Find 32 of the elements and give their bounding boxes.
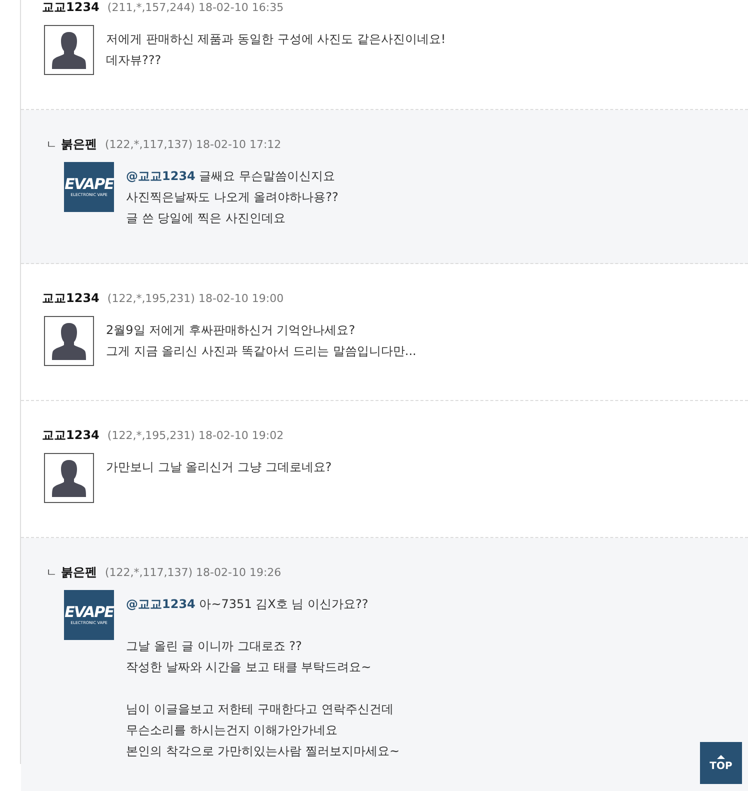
- comment-line: 데자뷰???: [106, 52, 162, 69]
- author-name: 붉은펜: [61, 564, 97, 581]
- comment-meta: (211,*,157,244) 18-02-10 16:35: [107, 1, 284, 14]
- comment-meta: (122,*,195,231) 18-02-10 19:00: [107, 292, 284, 305]
- comment-line: 님이 이글을보고 저한테 구매한다고 연락주신건데: [126, 701, 394, 718]
- reply-mark: ㄴ: [46, 565, 57, 580]
- avatar-icon: [44, 453, 94, 503]
- comment-line: 글 쓴 당일에 찍은 사진인데요: [126, 210, 286, 227]
- comment-line: 무슨소리를 하시는건지 이해가안가네요: [126, 722, 339, 739]
- comment-line: 작성한 날짜와 시간을 보고 태클 부탁드려요~: [126, 659, 372, 676]
- comment-line: 가만보니 그날 올리신거 그냥 그데로네요?: [106, 459, 332, 476]
- comment-line: 저에게 판매하신 제품과 동일한 구성에 사진도 같은사진이네요!: [106, 31, 446, 48]
- comment-meta: (122,*,117,137) 18-02-10 19:26: [105, 566, 282, 579]
- comment-line: @교교1234 아~7351 김X호 님 이신가요??: [126, 596, 370, 613]
- author-name: 붉은펜: [61, 136, 97, 153]
- logo-title: EVAPE: [64, 176, 114, 192]
- comment-meta: (122,*,117,137) 18-02-10 17:12: [105, 138, 282, 151]
- comment-line: @교교1234 글쌔요 무슨말씀이신지요: [126, 168, 336, 185]
- reply-mark: ㄴ: [46, 137, 57, 152]
- comment-line: 그날 올린 글 이니까 그대로죠 ??: [126, 638, 303, 655]
- top-button[interactable]: TOP: [700, 742, 742, 784]
- comment-line: 그게 지금 올리신 사진과 똑같아서 드리는 말씀입니다만...: [106, 343, 416, 360]
- author-name: 교교1234: [42, 427, 100, 444]
- author-name: 교교1234: [42, 290, 100, 307]
- comment-line: 사진찍은날짜도 나오게 올려야하나용??: [126, 189, 338, 206]
- author-name: 교교1234: [42, 0, 100, 16]
- comment-meta: (122,*,195,231) 18-02-10 19:02: [107, 429, 284, 442]
- comment-line: 본인의 착각으로 가만히있는사람 찔러보지마세요~: [126, 743, 400, 760]
- avatar-icon: [44, 25, 94, 75]
- logo-title: EVAPE: [64, 604, 114, 620]
- comment-line: 2월9일 저에게 후싸판매하신거 기억안나세요?: [106, 322, 356, 339]
- avatar-icon: [44, 316, 94, 366]
